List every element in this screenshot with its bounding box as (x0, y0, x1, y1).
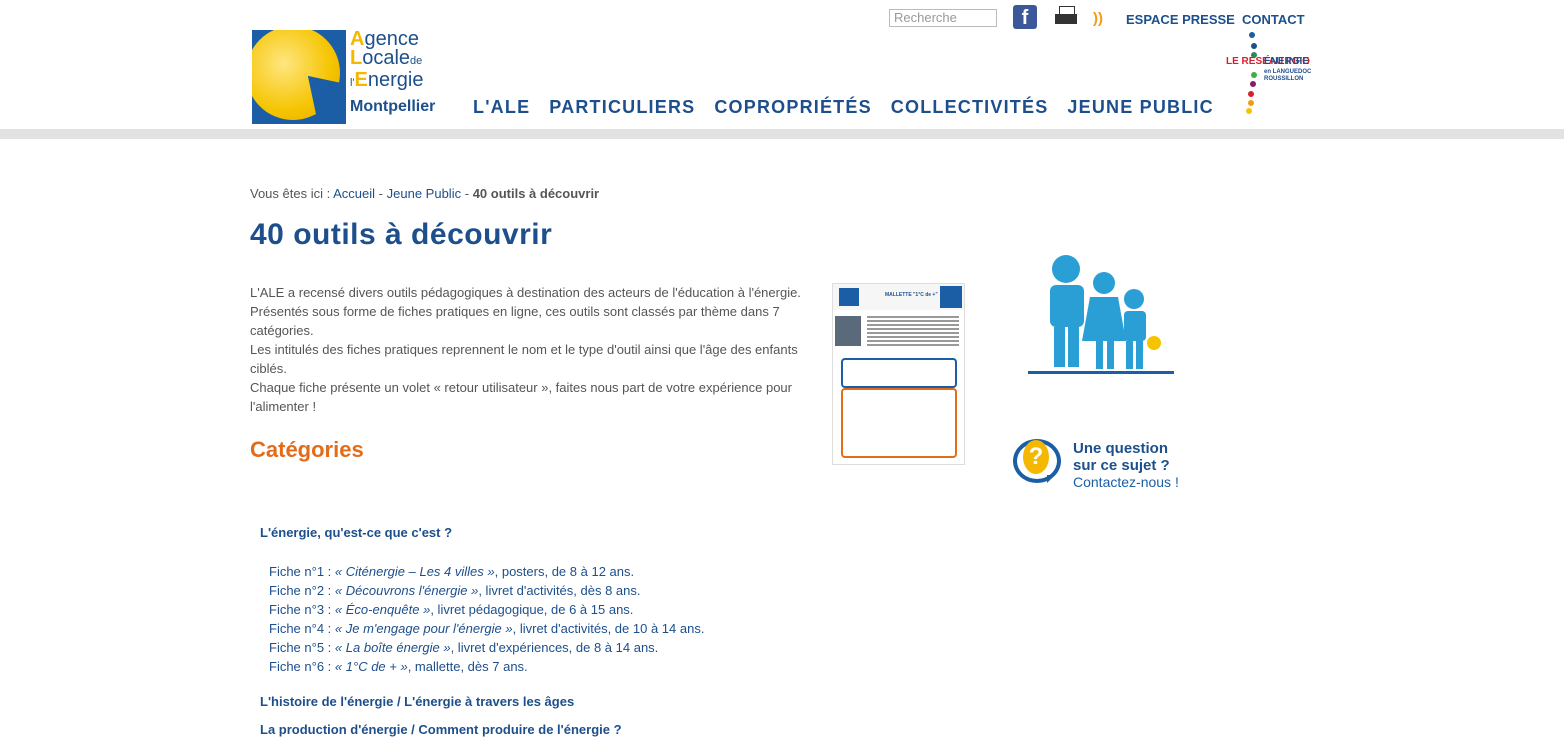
breadcrumb-prefix: Vous êtes ici : (250, 186, 331, 201)
intro-paragraph: L'ALE a recensé divers outils pédagogiqu… (250, 285, 801, 300)
header: Agence Localede l'Energie Montpellier Re… (0, 0, 1564, 131)
category-histoire[interactable]: L'histoire de l'énergie / L'énergie à tr… (260, 694, 574, 709)
category-energie[interactable]: L'énergie, qu'est-ce que c'est ? (260, 525, 452, 540)
fiche-link[interactable]: Fiche n°2 : « Découvrons l'énergie », li… (269, 581, 704, 600)
breadcrumb-separator: - (378, 186, 384, 201)
logo-sun-icon (252, 30, 346, 124)
header-divider (0, 129, 1564, 139)
contact-link[interactable]: CONTACT (1242, 12, 1305, 27)
espace-presse-link[interactable]: ESPACE PRESSE (1126, 12, 1235, 27)
nav-item-jeune-public[interactable]: JEUNE PUBLIC (1067, 97, 1213, 118)
intro-paragraph: Présentés sous forme de fiches pratiques… (250, 304, 780, 338)
intro-paragraph: Les intitulés des fiches pratiques repre… (250, 342, 798, 376)
thumbnail-title: MALLETTE "1°C de +" (885, 292, 938, 298)
fiche-link[interactable]: Fiche n°3 : « Éco-enquête », livret péda… (269, 600, 704, 619)
breadcrumb-jeune-public[interactable]: Jeune Public (387, 186, 461, 201)
search-input[interactable]: Recherche (889, 9, 997, 27)
page-title: 40 outils à découvrir (250, 218, 553, 251)
contact-cta-link: Contactez-nous ! (1073, 474, 1179, 490)
site-logo[interactable]: Agence Localede l'Energie Montpellier (252, 28, 442, 124)
fiche-link[interactable]: Fiche n°6 : « 1°C de + », mallette, dès … (269, 657, 704, 676)
fiche-list: Fiche n°1 : « Citénergie – Les 4 villes … (269, 562, 704, 676)
fiche-thumbnail[interactable]: MALLETTE "1°C de +" (832, 283, 965, 465)
breadcrumb-separator: - (464, 186, 470, 201)
breadcrumb-home[interactable]: Accueil (333, 186, 375, 201)
nav-item-ale[interactable]: L'ALE (473, 97, 530, 118)
fiche-link[interactable]: Fiche n°5 : « La boîte énergie », livret… (269, 638, 704, 657)
question-mark-icon: ? (1023, 440, 1049, 474)
facebook-icon[interactable]: f (1013, 5, 1037, 29)
children-illustration (1028, 255, 1174, 374)
info-energie-logo[interactable]: LE RÉSEAU INFO ÉNERGIE en LANGUEDOC ROUSS… (1226, 32, 1312, 118)
contact-cta-title: Une question sur ce sujet ? (1073, 440, 1170, 474)
logo-wordmark: Agence Localede l'Energie Montpellier (350, 28, 436, 115)
categories-heading: Catégories (250, 437, 364, 462)
breadcrumb: Vous êtes ici : Accueil - Jeune Public -… (250, 186, 599, 201)
nav-item-coproprietes[interactable]: COPROPRIÉTÉS (714, 97, 871, 118)
print-icon[interactable] (1055, 6, 1077, 26)
fiche-link[interactable]: Fiche n°1 : « Citénergie – Les 4 villes … (269, 562, 704, 581)
nav-item-particuliers[interactable]: PARTICULIERS (549, 97, 695, 118)
contact-cta[interactable]: ? Une question sur ce sujet ? Contactez-n… (1013, 439, 1193, 491)
intro-text: L'ALE a recensé divers outils pédagogiqu… (250, 283, 810, 416)
nav-item-collectivites[interactable]: COLLECTIVITÉS (891, 97, 1049, 118)
fiche-link[interactable]: Fiche n°4 : « Je m'engage pour l'énergie… (269, 619, 704, 638)
intro-paragraph: Chaque fiche présente un volet « retour … (250, 380, 792, 414)
main-nav: L'ALE PARTICULIERS COPROPRIÉTÉS COLLECTI… (473, 97, 1214, 118)
rss-icon[interactable]: )) (1093, 11, 1106, 26)
breadcrumb-current: 40 outils à découvrir (472, 186, 600, 201)
